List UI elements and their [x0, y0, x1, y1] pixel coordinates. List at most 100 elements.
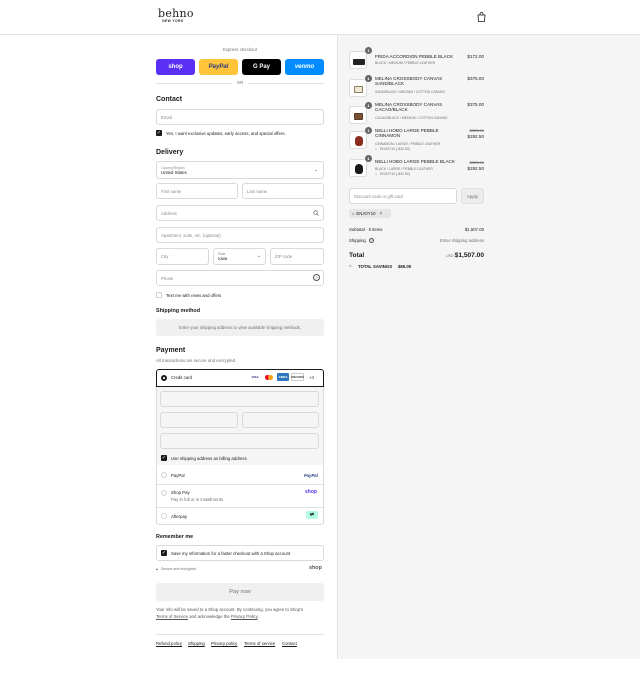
- product-thumbnail: [349, 131, 367, 149]
- apartment-field[interactable]: Apartment, suite, etc. (optional): [156, 227, 324, 243]
- item-discount: ENJOY10 (-$32.50): [380, 147, 410, 151]
- email-field[interactable]: Email: [156, 109, 324, 125]
- shopping-bag-icon[interactable]: [477, 12, 486, 22]
- logo-sub: NEW YORK: [162, 19, 184, 23]
- save-info-checkbox[interactable]: ✓: [161, 550, 167, 556]
- city-field[interactable]: City: [156, 248, 209, 265]
- name-on-card-field[interactable]: [160, 433, 319, 449]
- visa-icon: VISA: [251, 375, 259, 379]
- item-variant: SAND/BLACK / MEDIUM / COTTON CANVAS: [375, 90, 445, 94]
- subtotal-label: Subtotal · 5 items: [349, 227, 383, 232]
- remove-discount-icon[interactable]: ×: [380, 211, 383, 217]
- express-checkout-title: Express checkout: [223, 47, 257, 52]
- first-name-field[interactable]: First name: [156, 183, 238, 199]
- payment-divider: [157, 484, 323, 485]
- billing-checkbox[interactable]: ✓: [161, 455, 167, 461]
- shop-pay-radio[interactable]: [161, 490, 167, 496]
- footer-link-terms[interactable]: Terms of service: [244, 641, 275, 646]
- paypal-button[interactable]: PayPal: [199, 59, 238, 75]
- shop-pay-button[interactable]: shop: [156, 59, 195, 75]
- page-bottom: [0, 659, 640, 686]
- security-code-field[interactable]: [242, 412, 319, 428]
- product-thumbnail: [349, 159, 367, 177]
- item-variant: BLACK / MEDIUM / PEBBLE LEATHER: [375, 61, 436, 65]
- subtotal-value: $1,507.00: [464, 227, 484, 232]
- footer-link-contact[interactable]: Contact: [282, 641, 297, 646]
- quantity-badge: 1: [365, 127, 372, 134]
- item-name: MELINA CROSSBODY CANVAS CACAO/BLACK: [375, 102, 443, 113]
- secure-label: Secure and encrypted: [161, 567, 197, 571]
- amex-icon: AMEX: [277, 373, 289, 381]
- footer-divider: [156, 634, 324, 635]
- chevron-down-icon: ⌄: [257, 253, 262, 259]
- brand-logo[interactable]: behno NEW YORK: [158, 7, 194, 24]
- afterpay-option-label[interactable]: Afterpay: [171, 514, 187, 519]
- payment-subtitle: All transactions are secure and encrypte…: [156, 358, 237, 363]
- afterpay-radio[interactable]: [161, 513, 167, 519]
- discount-tag-icon: ⌂: [375, 172, 378, 176]
- lock-icon: 🔒︎: [156, 567, 158, 571]
- country-select[interactable]: Country/Region United States: [156, 161, 324, 179]
- billing-label: Use shipping address as billing address: [171, 456, 247, 461]
- item-price: $172.00: [467, 54, 484, 59]
- discount-tag-icon: ⌂: [375, 147, 378, 151]
- footer-link-privacy[interactable]: Privacy policy: [211, 641, 237, 646]
- shipping-method-message: Enter your shipping address to view avai…: [156, 319, 324, 336]
- expiration-field[interactable]: [160, 412, 238, 428]
- quantity-badge: 1: [365, 75, 372, 82]
- pay-now-button[interactable]: Pay now: [156, 583, 324, 601]
- item-name: MELINA CROSSBODY CANVAS SAND/BLACK: [375, 76, 443, 87]
- help-icon[interactable]: ?: [313, 274, 320, 281]
- sms-checkbox[interactable]: [156, 292, 162, 298]
- delivery-title: Delivery: [156, 149, 184, 156]
- currency-code: USD: [446, 254, 454, 258]
- remember-title: Remember me: [156, 534, 194, 540]
- shop-pay-sub: Pay in full or in installments: [171, 497, 224, 502]
- apply-discount-button[interactable]: Apply: [461, 188, 484, 204]
- product-thumbnail: [349, 51, 367, 69]
- total-savings-value: $65.00: [398, 264, 412, 269]
- payment-divider: [157, 507, 323, 508]
- google-pay-button[interactable]: G Pay: [242, 59, 281, 75]
- quantity-badge: 1: [365, 155, 372, 162]
- state-value: Iowa: [218, 256, 228, 261]
- card-number-field[interactable]: [160, 391, 319, 407]
- zip-field[interactable]: ZIP code: [270, 248, 324, 265]
- afterpay-logo-icon: ⇄: [306, 511, 318, 519]
- discount-code-field[interactable]: Discount code or gift card: [349, 188, 457, 204]
- legal-and: and acknowledge the: [189, 614, 230, 619]
- search-icon: [313, 210, 319, 216]
- logo-main: behno: [158, 7, 194, 20]
- discount-chip: ⌂ ENJOY10 ×: [349, 209, 391, 218]
- phone-field[interactable]: Phone: [156, 270, 324, 286]
- venmo-button[interactable]: venmo: [285, 59, 324, 75]
- paypal-logo-icon: PayPal: [304, 473, 318, 478]
- more-cards-count: +4: [309, 375, 314, 380]
- terms-link[interactable]: Terms of Service: [156, 614, 188, 619]
- item-variant: BLACK / LARGE / PEBBLE LEATHER: [375, 167, 433, 171]
- address-field[interactable]: Address: [156, 205, 324, 221]
- country-value: United States: [161, 169, 187, 175]
- item-price: $292.50: [467, 134, 484, 139]
- shipping-label: Shipping: [349, 238, 366, 243]
- shop-logo-icon: shop: [309, 565, 322, 571]
- offers-checkbox[interactable]: ✓: [156, 130, 162, 136]
- paypal-option-label[interactable]: PayPal: [171, 473, 185, 478]
- shipping-help-icon[interactable]: ?: [369, 238, 374, 243]
- privacy-link[interactable]: Privacy Policy: [231, 614, 257, 619]
- shop-pay-option-label[interactable]: Shop Pay: [171, 490, 190, 495]
- shop-pay-logo-icon: shop: [305, 489, 317, 495]
- quantity-badge: 1: [365, 47, 372, 54]
- footer-link-refund[interactable]: Refund policy: [156, 641, 182, 646]
- chevron-down-icon: ⌄: [314, 167, 319, 173]
- credit-card-radio[interactable]: [161, 375, 167, 381]
- paypal-radio[interactable]: [161, 472, 167, 478]
- item-original-price: $325.00: [469, 160, 484, 165]
- quantity-badge: 1: [365, 102, 372, 109]
- legal-line1: Your info will be saved to a Shop accoun…: [156, 607, 304, 612]
- item-name: NELLI HOBO LARGE PEBBLE BLACK: [375, 159, 455, 164]
- contact-title: Contact: [156, 96, 183, 103]
- footer-link-shipping[interactable]: Shipping: [188, 641, 205, 646]
- discover-icon: DISCOVER: [291, 373, 304, 381]
- last-name-field[interactable]: Last name: [242, 183, 324, 199]
